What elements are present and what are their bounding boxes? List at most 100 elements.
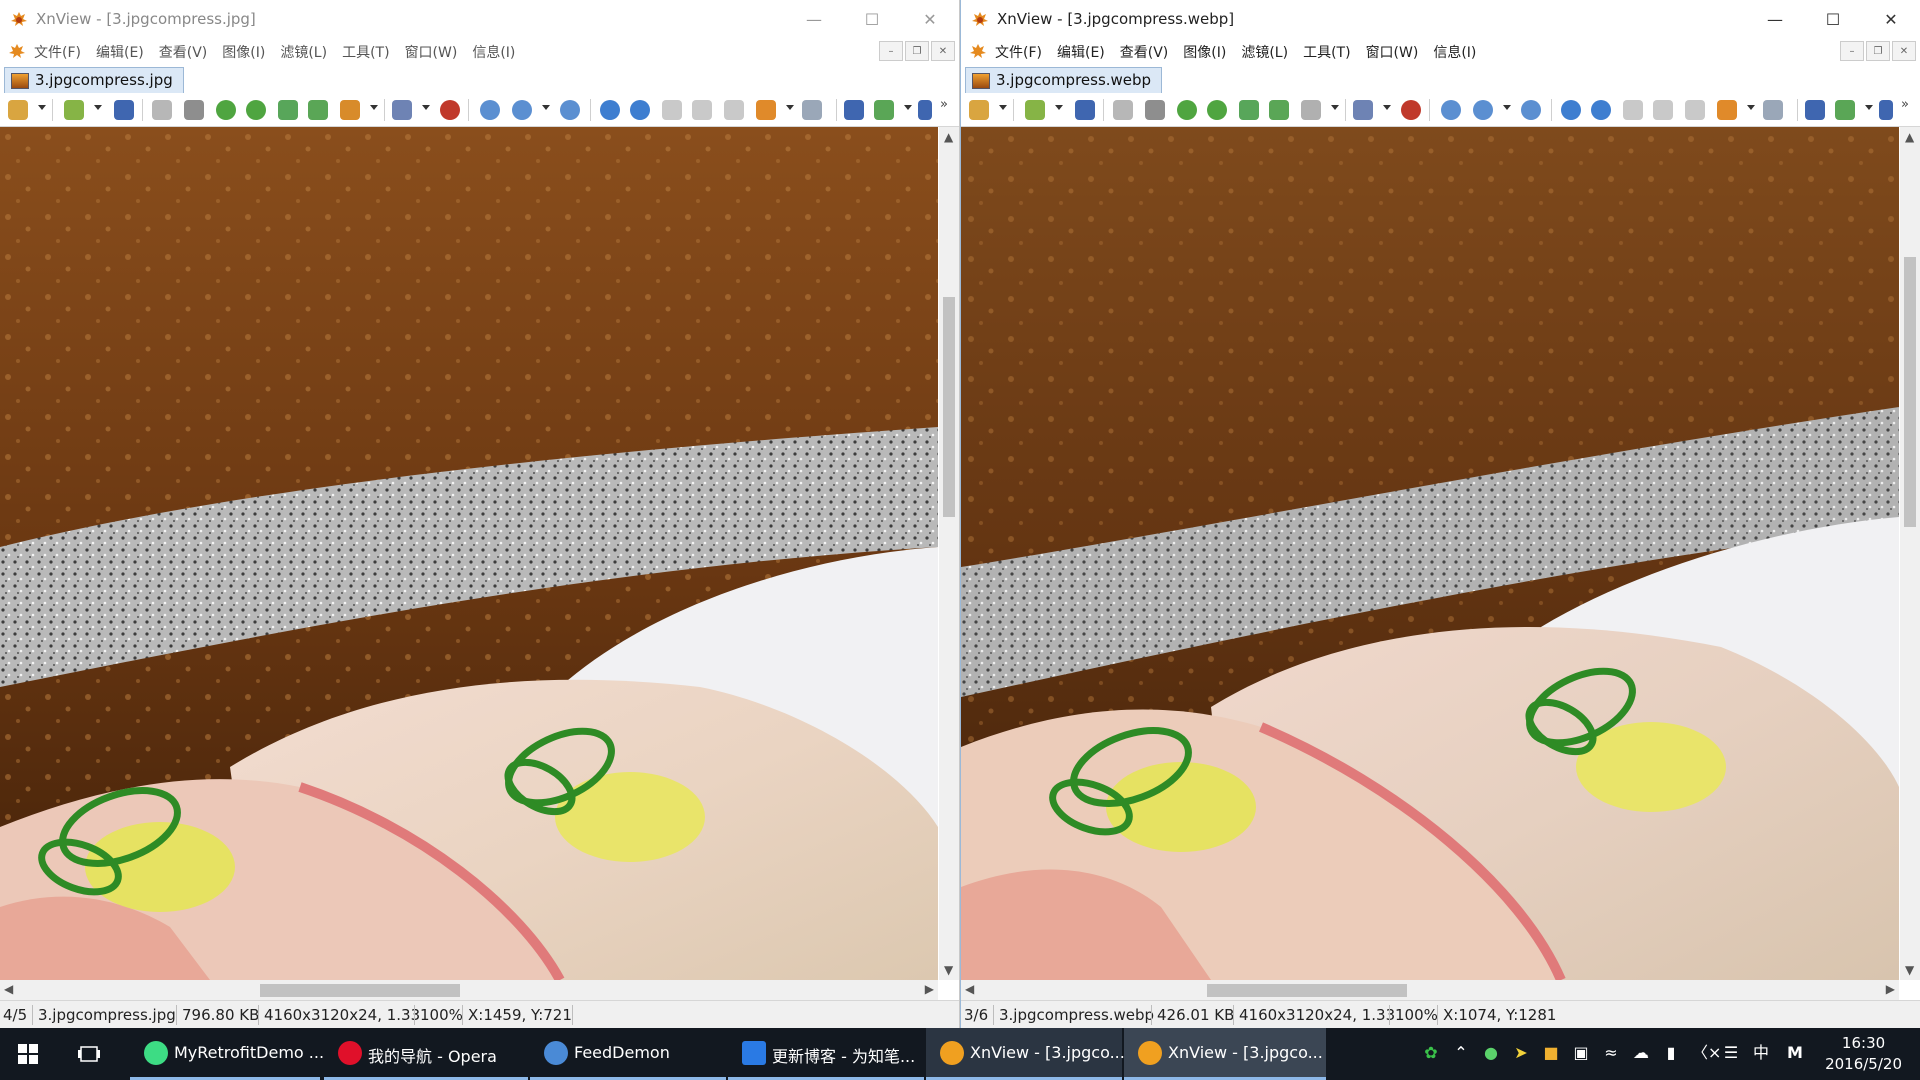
menu-window[interactable]: 窗口(W) <box>405 42 458 62</box>
image-viewport[interactable] <box>961 127 1899 980</box>
title-bar[interactable]: XnView - [3.jpgcompress.jpg] — ☐ ✕ <box>0 0 959 38</box>
cursor-tool-icon[interactable]: ➤ <box>1512 1044 1530 1062</box>
browser-icon[interactable] <box>969 100 989 120</box>
task-view-icon[interactable] <box>78 1044 100 1064</box>
menu-view[interactable]: 查看(V) <box>1120 42 1169 62</box>
maximize-button[interactable]: ☐ <box>1804 0 1862 38</box>
menu-file[interactable]: 文件(F) <box>34 42 81 62</box>
undo-icon[interactable] <box>1113 100 1133 120</box>
compare-icon[interactable] <box>724 100 744 120</box>
scroll-up-icon[interactable]: ▲ <box>944 130 953 144</box>
first-page-icon[interactable] <box>1623 100 1643 120</box>
zoom-fit-icon[interactable] <box>1473 100 1493 120</box>
wechat-icon[interactable]: ● <box>1482 1044 1500 1062</box>
save-icon[interactable] <box>1075 100 1095 120</box>
menu-edit[interactable]: 编辑(E) <box>96 42 144 62</box>
system-clock[interactable]: 16:30 2016/5/20 <box>1825 1033 1902 1075</box>
zoom-out-icon[interactable] <box>560 100 580 120</box>
dropdown-arrow-icon[interactable] <box>1055 105 1063 110</box>
mdi-close-button[interactable]: ✕ <box>1892 41 1916 61</box>
menu-tools[interactable]: 工具(T) <box>1303 42 1350 62</box>
slideshow-icon[interactable] <box>392 100 412 120</box>
battery-icon[interactable]: ▮ <box>1662 1044 1680 1062</box>
scroll-down-icon[interactable]: ▼ <box>944 963 953 977</box>
dropdown-arrow-icon[interactable] <box>1503 105 1511 110</box>
horizontal-scroll-thumb[interactable] <box>260 984 460 997</box>
export-icon[interactable] <box>278 100 298 120</box>
horizontal-scrollbar[interactable]: ◀ ▶ <box>961 980 1899 1000</box>
slideshow-icon[interactable] <box>1353 100 1373 120</box>
convert-icon[interactable] <box>1269 100 1289 120</box>
mail-app-icon[interactable]: M <box>1786 1044 1804 1062</box>
xnview-window-right[interactable]: XnView - [3.jpgcompress.webp] — ☐ ✕ 文件(F… <box>960 0 1920 1028</box>
mdi-close-button[interactable]: ✕ <box>931 41 955 61</box>
previous-icon[interactable] <box>1561 100 1581 120</box>
extra-icon[interactable] <box>918 100 932 120</box>
vertical-scrollbar[interactable]: ▲ ▼ <box>1900 127 1920 980</box>
scroll-up-icon[interactable]: ▲ <box>1905 130 1914 144</box>
rotate-right-icon[interactable] <box>246 100 266 120</box>
previous-icon[interactable] <box>600 100 620 120</box>
display-icon[interactable]: ▣ <box>1572 1044 1590 1062</box>
xnview-menu-icon[interactable] <box>969 42 987 60</box>
overflow-chevron-icon[interactable]: » <box>1901 97 1909 112</box>
dropdown-arrow-icon[interactable] <box>1747 105 1755 110</box>
maximize-button[interactable]: ☐ <box>843 0 901 38</box>
scroll-right-icon[interactable]: ▶ <box>925 982 934 996</box>
dropdown-arrow-icon[interactable] <box>370 105 378 110</box>
scroll-right-icon[interactable]: ▶ <box>1886 982 1895 996</box>
vertical-scroll-thumb[interactable] <box>943 297 955 517</box>
rotate-right-icon[interactable] <box>1207 100 1227 120</box>
overflow-chevron-icon[interactable]: » <box>940 97 948 112</box>
zoom-in-icon[interactable] <box>1441 100 1461 120</box>
rotate-left-icon[interactable] <box>1177 100 1197 120</box>
compare-icon[interactable] <box>1685 100 1705 120</box>
dropdown-arrow-icon[interactable] <box>904 105 912 110</box>
xnview-menu-icon[interactable] <box>8 42 26 60</box>
dropdown-arrow-icon[interactable] <box>38 105 46 110</box>
crop-icon[interactable] <box>184 100 204 120</box>
window-options-icon[interactable] <box>1835 100 1855 120</box>
taskbar-item-wiznote[interactable]: 更新博客 - 为知笔... <box>728 1028 924 1080</box>
cloud-sync-icon[interactable]: ☁ <box>1632 1044 1650 1062</box>
zoom-in-icon[interactable] <box>480 100 500 120</box>
save-icon[interactable] <box>114 100 134 120</box>
dropdown-arrow-icon[interactable] <box>542 105 550 110</box>
last-page-icon[interactable] <box>692 100 712 120</box>
batch-icon[interactable] <box>1301 100 1321 120</box>
dropdown-arrow-icon[interactable] <box>786 105 794 110</box>
dropdown-arrow-icon[interactable] <box>1383 105 1391 110</box>
scanner-icon[interactable] <box>1763 100 1783 120</box>
vertical-scrollbar[interactable]: ▲ ▼ <box>939 127 959 980</box>
close-button[interactable]: ✕ <box>901 0 959 38</box>
crop-icon[interactable] <box>1145 100 1165 120</box>
zoom-fit-icon[interactable] <box>512 100 532 120</box>
horizontal-scroll-thumb[interactable] <box>1207 984 1407 997</box>
browser-icon[interactable] <box>8 100 28 120</box>
taskbar-item-opera[interactable]: 我的导航 - Opera <box>324 1028 528 1080</box>
menu-edit[interactable]: 编辑(E) <box>1057 42 1105 62</box>
mdi-restore-button[interactable]: ❐ <box>1866 41 1890 61</box>
convert-icon[interactable] <box>308 100 328 120</box>
menu-image[interactable]: 图像(I) <box>1183 42 1226 62</box>
batch-icon[interactable] <box>340 100 360 120</box>
document-tab[interactable]: 3.jpgcompress.jpg <box>4 67 184 93</box>
notification-icon[interactable]: ☰ <box>1722 1044 1740 1062</box>
tray-app-icon[interactable]: ■ <box>1542 1044 1560 1062</box>
dropdown-arrow-icon[interactable] <box>422 105 430 110</box>
xnview-window-left[interactable]: XnView - [3.jpgcompress.jpg] — ☐ ✕ 文件(F)… <box>0 0 960 1028</box>
minimize-button[interactable]: — <box>1746 0 1804 38</box>
menu-image[interactable]: 图像(I) <box>222 42 265 62</box>
menu-filter[interactable]: 滤镜(L) <box>1241 42 1288 62</box>
window-options-icon[interactable] <box>874 100 894 120</box>
title-bar[interactable]: XnView - [3.jpgcompress.webp] — ☐ ✕ <box>961 0 1920 38</box>
rotate-left-icon[interactable] <box>216 100 236 120</box>
taskbar-item-xnview-1[interactable]: XnView - [3.jpgco... <box>926 1028 1125 1080</box>
mdi-minimize-button[interactable]: – <box>1840 41 1864 61</box>
screen-capture-icon[interactable] <box>1717 100 1737 120</box>
scroll-left-icon[interactable]: ◀ <box>4 982 13 996</box>
scanner-icon[interactable] <box>802 100 822 120</box>
zoom-out-icon[interactable] <box>1521 100 1541 120</box>
mdi-minimize-button[interactable]: – <box>879 41 903 61</box>
taskbar-item-android-studio[interactable]: MyRetrofitDemo ... <box>130 1028 324 1080</box>
